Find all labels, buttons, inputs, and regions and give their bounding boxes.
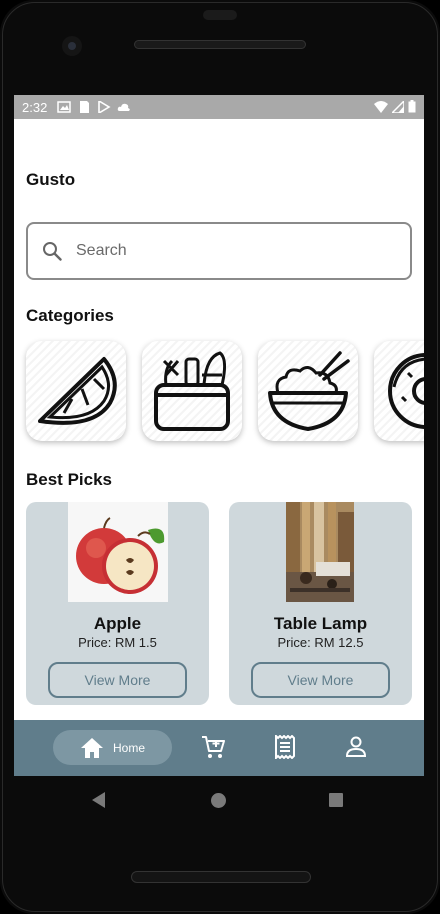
category-rice-bowl[interactable] — [258, 341, 358, 441]
view-more-button[interactable]: View More — [48, 662, 187, 698]
play-store-icon — [98, 101, 111, 113]
app-title: Gusto — [26, 170, 76, 189]
nav-home-label: Home — [113, 740, 146, 755]
bottom-speaker — [131, 871, 311, 883]
system-navigation-bar — [0, 776, 440, 824]
status-time: 2:32 — [22, 99, 48, 115]
image-icon — [57, 101, 72, 113]
top-speaker — [134, 40, 306, 49]
search-icon — [43, 242, 62, 261]
product-price: Price: RM 1.5 — [78, 635, 157, 650]
signal-icon — [392, 100, 404, 113]
front-camera — [62, 36, 82, 56]
category-groceries[interactable] — [142, 341, 242, 441]
earpiece — [203, 10, 237, 20]
wifi-icon — [374, 100, 388, 113]
categories-heading: Categories — [26, 306, 114, 325]
receipt-icon[interactable] — [273, 735, 297, 759]
category-orange[interactable] — [26, 341, 126, 441]
nav-home[interactable]: Home — [53, 730, 172, 765]
profile-icon[interactable] — [344, 735, 368, 759]
sd-card-icon — [80, 101, 90, 113]
bottom-navigation: Home — [14, 720, 424, 776]
orange-slice-icon — [38, 357, 117, 425]
app-screen: 2:32 Gusto Categories — [14, 95, 424, 776]
recent-apps-icon[interactable] — [329, 793, 343, 807]
best-picks-heading: Best Picks — [26, 470, 112, 489]
product-card[interactable]: Table Lamp Price: RM 12.5 View More — [229, 502, 412, 705]
home-button-icon[interactable] — [211, 793, 226, 808]
product-image — [68, 502, 168, 602]
status-bar: 2:32 — [14, 95, 424, 119]
phone-frame: 2:32 Gusto Categories — [0, 0, 440, 914]
product-image — [286, 502, 354, 602]
product-name: Apple — [93, 614, 142, 633]
product-price: Price: RM 12.5 — [277, 635, 364, 650]
view-more-button[interactable]: View More — [251, 662, 390, 698]
donut-icon — [388, 353, 424, 429]
product-name: Table Lamp — [273, 614, 368, 633]
search-input[interactable] — [76, 242, 376, 260]
apple-photo — [68, 502, 168, 602]
cafe-interior-photo — [286, 502, 354, 602]
home-icon — [81, 737, 103, 758]
categories-row — [26, 341, 424, 441]
back-icon[interactable] — [92, 792, 105, 808]
rice-bowl-icon — [268, 351, 350, 431]
battery-icon — [408, 100, 416, 113]
cart-icon[interactable] — [201, 735, 225, 759]
search-bar[interactable] — [26, 222, 412, 280]
product-card[interactable]: Apple Price: RM 1.5 View More — [26, 502, 209, 705]
grocery-basket-icon — [154, 351, 230, 431]
category-donut[interactable] — [374, 341, 424, 441]
cloud-icon — [118, 103, 131, 111]
